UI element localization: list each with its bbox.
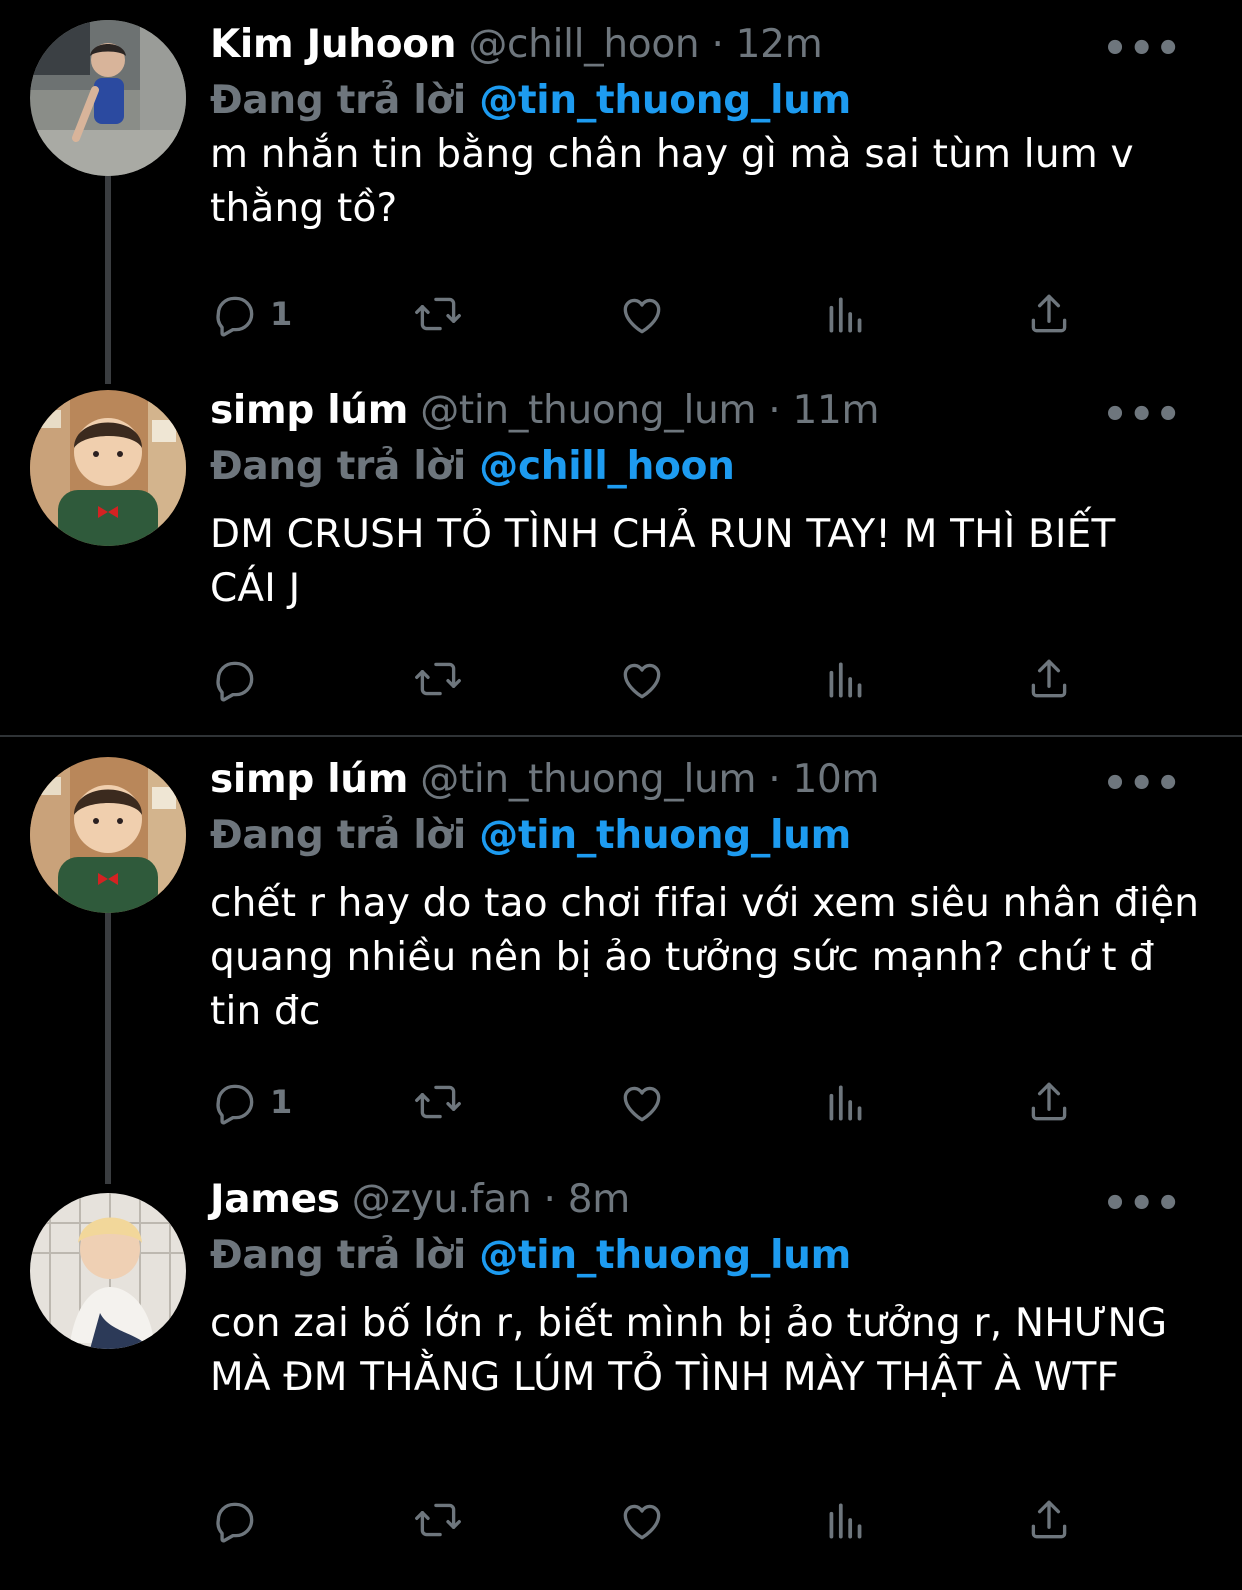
analytics-button[interactable] [821,1077,871,1127]
avatar[interactable] [30,390,186,546]
display-name[interactable]: simp lúm [210,757,408,802]
display-name[interactable]: simp lúm [210,388,408,433]
user-handle[interactable]: @tin_thuong_lum [420,388,756,433]
avatar[interactable] [30,20,186,176]
reply-button[interactable]: 1 [210,1077,292,1127]
analytics-button[interactable] [821,289,871,339]
replying-to-label: Đang trả lời [210,78,466,123]
like-button[interactable] [617,654,667,704]
avatar[interactable] [30,757,186,913]
tweet-header: simp lúm @tin_thuong_lum · 10m [210,757,880,802]
share-icon [1024,1495,1074,1545]
reply-icon [210,1077,260,1127]
separator-dot: · [543,1177,556,1222]
reply-button[interactable] [210,1495,270,1545]
replying-to-label: Đang trả lời [210,444,466,489]
tweet-header: James @zyu.fan · 8m [210,1177,630,1222]
like-icon [617,1077,667,1127]
user-handle[interactable]: @chill_hoon [468,22,699,67]
timestamp[interactable]: 10m [792,757,879,802]
replying-to: Đang trả lời @tin_thuong_lum [210,78,851,123]
mention-link[interactable]: @tin_thuong_lum [479,813,851,858]
analytics-icon [821,1495,871,1545]
reply-icon [210,654,260,704]
retweet-icon [413,654,463,704]
tweet[interactable]: simp lúm @tin_thuong_lum · 10m ••• Đang … [0,737,1242,1177]
tweet-text: con zai bố lớn r, biết mình bị ảo tưởng … [210,1301,1168,1400]
retweet-button[interactable] [413,1077,463,1127]
reply-icon [210,289,260,339]
share-button[interactable] [1024,289,1074,339]
more-icon[interactable]: ••• [1102,1181,1182,1227]
display-name[interactable]: Kim Juhoon [210,22,457,67]
mention-link[interactable]: @tin_thuong_lum [479,78,851,123]
like-icon [617,1495,667,1545]
retweet-button[interactable] [413,289,463,339]
retweet-button[interactable] [413,1495,463,1545]
avatar[interactable] [30,1193,186,1349]
user-handle[interactable]: @zyu.fan [352,1177,532,1222]
replying-to-label: Đang trả lời [210,1233,466,1278]
tweet[interactable]: James @zyu.fan · 8m ••• Đang trả lời @ti… [0,1177,1242,1590]
analytics-button[interactable] [821,654,871,704]
timestamp[interactable]: 8m [568,1177,631,1222]
timestamp[interactable]: 11m [792,388,879,433]
like-icon [617,654,667,704]
share-button[interactable] [1024,654,1074,704]
action-bar [210,654,1110,704]
more-icon[interactable]: ••• [1102,761,1182,807]
display-name[interactable]: James [210,1177,340,1222]
more-icon[interactable]: ••• [1102,392,1182,438]
share-icon [1024,654,1074,704]
tweet-text: m nhắn tin bằng chân hay gì mà sai tùm l… [210,132,1134,231]
separator-dot: · [768,388,781,433]
like-icon [617,289,667,339]
replying-to: Đang trả lời @tin_thuong_lum [210,813,851,858]
tweet-header: simp lúm @tin_thuong_lum · 11m [210,388,880,433]
tweet-text: DM CRUSH TỎ TÌNH CHẢ RUN TAY! M THÌ BIẾT… [210,512,1116,611]
reply-count: 1 [270,1083,293,1121]
like-button[interactable] [617,1495,667,1545]
action-bar: 1 [210,289,1110,339]
tweet[interactable]: Kim Juhoon @chill_hoon · 12m ••• Đang tr… [0,0,1242,372]
reply-count: 1 [270,295,293,333]
tweet-header: Kim Juhoon @chill_hoon · 12m [210,22,823,67]
share-button[interactable] [1024,1495,1074,1545]
mention-link[interactable]: @tin_thuong_lum [479,1233,851,1278]
like-button[interactable] [617,1077,667,1127]
analytics-icon [821,289,871,339]
action-bar [210,1495,1110,1545]
mention-link[interactable]: @chill_hoon [479,444,735,489]
share-button[interactable] [1024,1077,1074,1127]
retweet-button[interactable] [413,654,463,704]
replying-to-label: Đang trả lời [210,813,466,858]
retweet-icon [413,1495,463,1545]
replying-to: Đang trả lời @chill_hoon [210,444,735,489]
timestamp[interactable]: 12m [736,22,823,67]
replying-to: Đang trả lời @tin_thuong_lum [210,1233,851,1278]
share-icon [1024,1077,1074,1127]
tweet[interactable]: simp lúm @tin_thuong_lum · 11m ••• Đang … [0,368,1242,736]
reply-button[interactable] [210,654,270,704]
separator-dot: · [711,22,724,67]
user-handle[interactable]: @tin_thuong_lum [420,757,756,802]
reply-icon [210,1495,260,1545]
action-bar: 1 [210,1077,1110,1127]
analytics-icon [821,654,871,704]
retweet-icon [413,1077,463,1127]
like-button[interactable] [617,289,667,339]
reply-button[interactable]: 1 [210,289,292,339]
retweet-icon [413,289,463,339]
analytics-button[interactable] [821,1495,871,1545]
tweet-text: chết r hay do tao chơi fifai với xem siê… [210,881,1200,1034]
more-icon[interactable]: ••• [1102,26,1182,72]
analytics-icon [821,1077,871,1127]
separator-dot: · [768,757,781,802]
share-icon [1024,289,1074,339]
